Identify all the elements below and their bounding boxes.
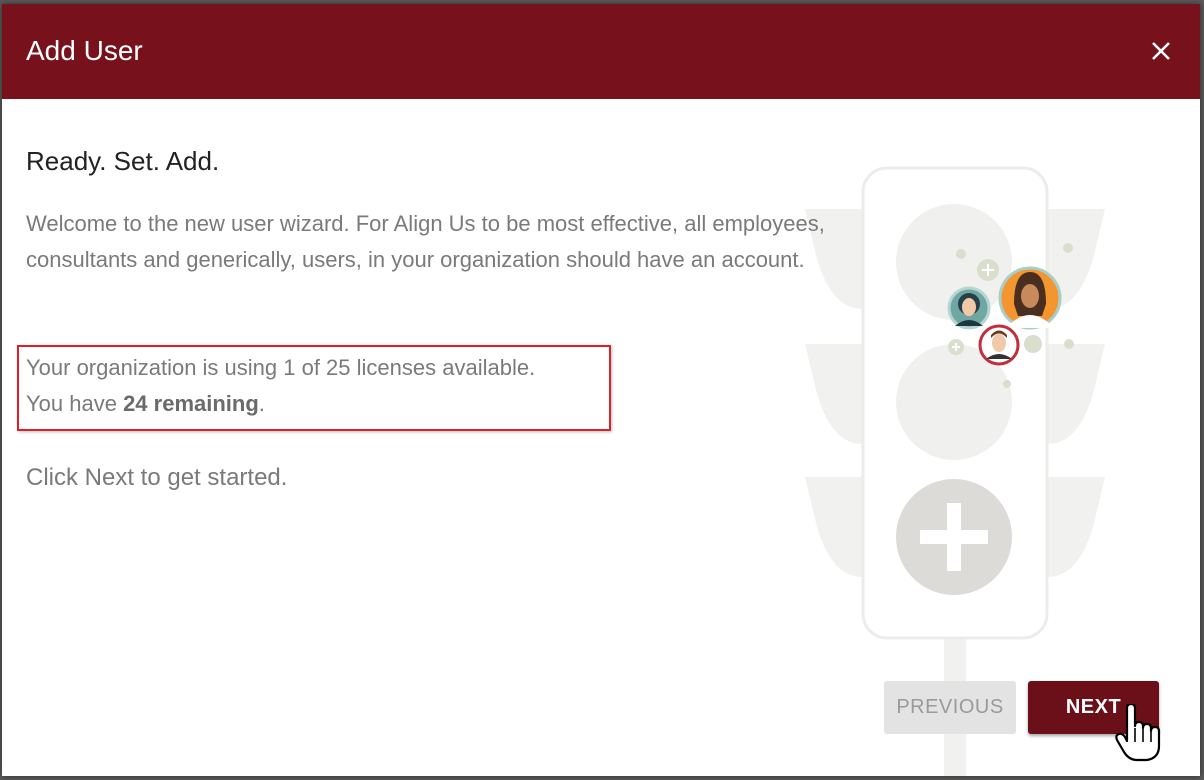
dialog-title: Add User [26, 35, 143, 66]
add-user-dialog: Add User Ready. Set. Add. Welcome to the… [2, 4, 1200, 776]
remaining-suffix: . [258, 391, 265, 416]
avatar-woman-large-icon [998, 266, 1062, 330]
dialog-header: Add User [2, 4, 1200, 99]
close-icon [1152, 42, 1170, 60]
close-button[interactable] [1146, 36, 1176, 66]
avatar-woman-icon [947, 286, 991, 330]
previous-button[interactable]: PREVIOUS [884, 681, 1016, 734]
call-to-action-text: Click Next to get started. [26, 464, 288, 491]
license-remaining-text: You have 24 remaining. [26, 386, 265, 422]
remaining-count: 24 remaining [123, 391, 259, 416]
intro-text: Welcome to the new user wizard. For Alig… [26, 211, 825, 272]
avatar-man-icon [978, 324, 1020, 366]
hand-cursor-icon [1115, 704, 1161, 762]
page-heading: Ready. Set. Add. [26, 146, 220, 176]
remaining-prefix: You have [26, 391, 124, 416]
license-usage-text: Your organization is using 1 of 25 licen… [26, 355, 536, 380]
